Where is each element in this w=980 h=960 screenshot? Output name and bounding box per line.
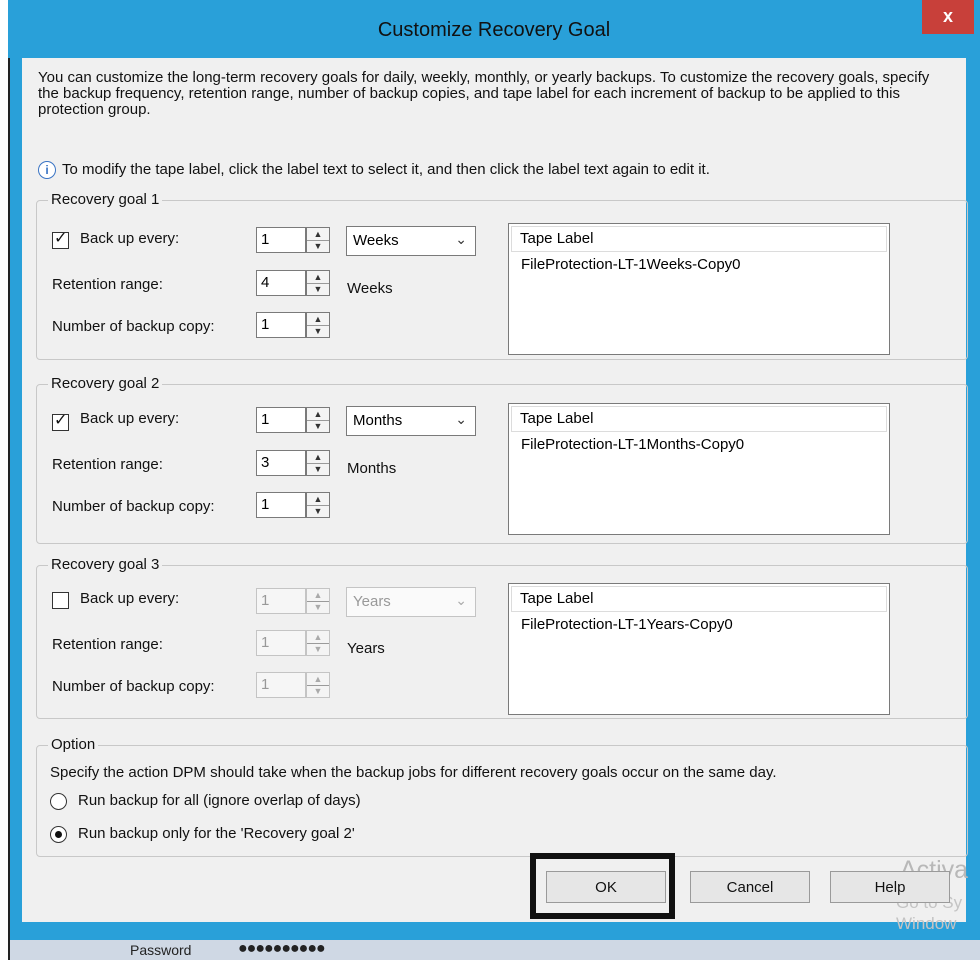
spin-down-icon[interactable]: ▼ (307, 601, 329, 613)
goal-2-tape-label-item[interactable]: FileProtection-LT-1Months-Copy0 (521, 436, 744, 453)
recovery-goal-3-title: Recovery goal 3 (48, 556, 163, 573)
goal-2-retention-stepper[interactable]: 3 ▲ ▼ (256, 450, 330, 476)
goal-3-retention-field[interactable]: 1 (256, 630, 306, 656)
goal-3-retention-label: Retention range: (52, 636, 163, 653)
cancel-button[interactable]: Cancel (690, 871, 810, 903)
goal-2-retention-label: Retention range: (52, 456, 163, 473)
goal-3-copies-field[interactable]: 1 (256, 672, 306, 698)
goal-1-retention-label: Retention range: (52, 276, 163, 293)
goal-2-copies-stepper[interactable]: 1 ▲ ▼ (256, 492, 330, 518)
goal-3-retention-stepper[interactable]: 1 ▲ ▼ (256, 630, 330, 656)
goal-1-backup-checkbox[interactable]: ✓ (52, 230, 69, 249)
spin-down-icon[interactable]: ▼ (307, 325, 329, 337)
spinner-arrows: ▲ ▼ (306, 270, 330, 296)
intro-text: You can customize the long-term recovery… (38, 69, 930, 118)
goal-3-tape-label-item[interactable]: FileProtection-LT-1Years-Copy0 (521, 616, 733, 633)
goal-3-every-stepper[interactable]: 1 ▲ ▼ (256, 588, 330, 614)
goal-2-backup-checkbox[interactable]: ✓ (52, 412, 69, 431)
goal-1-every-field[interactable]: 1 (256, 227, 306, 253)
spinner-arrows: ▲ ▼ (306, 407, 330, 433)
tape-label-header: Tape Label (511, 226, 887, 252)
spinner-arrows: ▲ ▼ (306, 227, 330, 253)
window-title: Customize Recovery Goal (377, 19, 611, 41)
goal-1-period-select[interactable]: Weeks ⌄ (346, 226, 476, 256)
spinner-arrows: ▲ ▼ (306, 450, 330, 476)
goal-1-backup-every-label: Back up every: (80, 230, 180, 247)
goal-2-copies-label: Number of backup copy: (52, 498, 215, 515)
spin-down-icon[interactable]: ▼ (307, 685, 329, 697)
recovery-goal-1-title: Recovery goal 1 (48, 191, 163, 208)
chevron-down-icon: ⌄ (455, 411, 467, 427)
spin-down-icon[interactable]: ▼ (307, 240, 329, 252)
spinner-arrows: ▲ ▼ (306, 588, 330, 614)
goal-3-tape-label-list[interactable]: Tape Label FileProtection-LT-1Years-Copy… (508, 583, 890, 715)
spin-down-icon[interactable]: ▼ (307, 643, 329, 655)
window-edge (8, 0, 10, 960)
activation-watermark-line3: Window (896, 914, 957, 933)
spin-down-icon[interactable]: ▼ (307, 463, 329, 475)
goal-3-every-field[interactable]: 1 (256, 588, 306, 614)
spin-down-icon[interactable]: ▼ (307, 505, 329, 517)
goal-2-copies-field[interactable]: 1 (256, 492, 306, 518)
goal-3-retention-unit: Years (347, 640, 385, 657)
goal-2-every-stepper[interactable]: 1 ▲ ▼ (256, 407, 330, 433)
goal-1-copies-field[interactable]: 1 (256, 312, 306, 338)
check-icon: ✓ (54, 412, 68, 429)
spinner-arrows: ▲ ▼ (306, 630, 330, 656)
spinner-arrows: ▲ ▼ (306, 672, 330, 698)
info-icon: i (38, 161, 56, 179)
goal-2-tape-label-list[interactable]: Tape Label FileProtection-LT-1Months-Cop… (508, 403, 890, 535)
goal-1-retention-unit: Weeks (347, 280, 393, 297)
goal-1-retention-stepper[interactable]: 4 ▲ ▼ (256, 270, 330, 296)
spin-down-icon[interactable]: ▼ (307, 283, 329, 295)
spin-down-icon[interactable]: ▼ (307, 420, 329, 432)
goal-3-backup-every-label: Back up every: (80, 590, 180, 607)
chevron-down-icon: ⌄ (455, 592, 467, 608)
goal-1-tape-label-list[interactable]: Tape Label FileProtection-LT-1Weeks-Copy… (508, 223, 890, 355)
background-left (0, 0, 8, 960)
help-button[interactable]: Help (830, 871, 950, 903)
option-description: Specify the action DPM should take when … (50, 764, 777, 781)
tape-label-header: Tape Label (511, 586, 887, 612)
goal-2-every-field[interactable]: 1 (256, 407, 306, 433)
radio-selected-dot (55, 831, 62, 838)
background-password-label: Password (130, 942, 192, 958)
ok-highlight-box (530, 853, 675, 919)
run-goal-radio[interactable] (50, 826, 67, 843)
background-password-dots: ●●●●●●●●●● (238, 940, 326, 957)
goal-1-copies-stepper[interactable]: 1 ▲ ▼ (256, 312, 330, 338)
tape-label-header: Tape Label (511, 406, 887, 432)
run-goal-label[interactable]: Run backup only for the 'Recovery goal 2… (78, 825, 355, 842)
chevron-down-icon: ⌄ (455, 231, 467, 247)
goal-2-backup-every-label: Back up every: (80, 410, 180, 427)
check-icon: ✓ (54, 230, 68, 247)
goal-2-period-select[interactable]: Months ⌄ (346, 406, 476, 436)
close-button[interactable]: x (922, 0, 974, 34)
goal-1-retention-field[interactable]: 4 (256, 270, 306, 296)
goal-3-copies-label: Number of backup copy: (52, 678, 215, 695)
goal-2-retention-field[interactable]: 3 (256, 450, 306, 476)
goal-3-backup-checkbox[interactable] (52, 592, 69, 609)
goal-1-tape-label-item[interactable]: FileProtection-LT-1Weeks-Copy0 (521, 256, 741, 273)
goal-2-retention-unit: Months (347, 460, 397, 477)
option-title: Option (48, 736, 99, 753)
goal-3-period-select[interactable]: Years ⌄ (346, 587, 476, 617)
spinner-arrows: ▲ ▼ (306, 492, 330, 518)
goal-1-copies-label: Number of backup copy: (52, 318, 215, 335)
spinner-arrows: ▲ ▼ (306, 312, 330, 338)
recovery-goal-2-title: Recovery goal 2 (48, 375, 163, 392)
goal-1-every-stepper[interactable]: 1 ▲ ▼ (256, 227, 330, 253)
run-all-label[interactable]: Run backup for all (ignore overlap of da… (78, 792, 361, 809)
run-all-radio[interactable] (50, 793, 67, 810)
goal-3-copies-stepper[interactable]: 1 ▲ ▼ (256, 672, 330, 698)
info-text: To modify the tape label, click the labe… (62, 161, 710, 178)
